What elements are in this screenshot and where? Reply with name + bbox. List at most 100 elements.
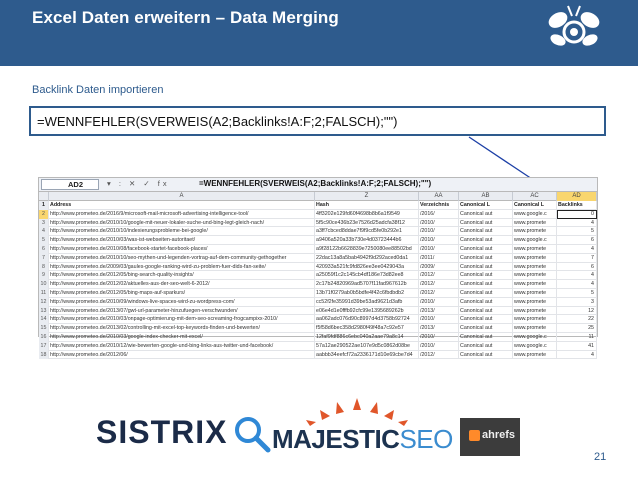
column-header-ab[interactable]: AB (459, 192, 513, 201)
formula-bar-icons[interactable]: ▾ : ✕ ✓ fx (107, 179, 170, 188)
row-number[interactable]: 6 (39, 245, 49, 254)
cell-canonical-1[interactable]: Canonical aut (459, 280, 513, 289)
cell-hash[interactable]: a25059f1c2c145cb4df186e73d82ee8 (315, 271, 419, 281)
cell-canonical-1[interactable]: Canonical aut (459, 306, 513, 316)
header-backlinks[interactable]: Backlinks (557, 201, 597, 210)
cell-verzeichnis[interactable]: /2010/ (419, 341, 459, 351)
cell-canonical-2[interactable]: www.promete (513, 271, 557, 281)
cell-canonical-1[interactable]: Canonical aut (459, 236, 513, 245)
column-header-z[interactable]: Z (315, 192, 419, 201)
cell-canonical-1[interactable]: Canonical aut (459, 315, 513, 325)
cell-canonical-1[interactable]: Canonical aut (459, 341, 513, 351)
cell-backlinks[interactable]: 41 (557, 341, 597, 351)
cell-verzeichnis[interactable]: /2013/ (419, 306, 459, 316)
cell-backlinks[interactable]: 7 (557, 253, 597, 263)
header-canonical-2[interactable]: Canonical L (513, 201, 557, 210)
cell-canonical-2[interactable]: www.promete (513, 245, 557, 254)
cell-address[interactable]: http://www.prometeo.de/2012/02/aktuelles… (49, 280, 315, 289)
cell-canonical-2[interactable]: www.promete (513, 289, 557, 298)
cell-address[interactable]: http://www.prometeo.de/2010/10/seo-mythe… (49, 253, 315, 263)
cell-canonical-2[interactable]: www.google.c (513, 341, 557, 351)
cell-verzeichnis[interactable]: /2012/ (419, 289, 459, 298)
cell-backlinks[interactable]: 6 (557, 236, 597, 245)
cell-canonical-2[interactable]: www.promete (513, 350, 557, 360)
cell-hash[interactable]: f5f58d6bec358d2980f49f48a7c92e57 (315, 324, 419, 333)
cell-canonical-1[interactable]: Canonical aut (459, 218, 513, 228)
cell-canonical-1[interactable]: Canonical aut (459, 227, 513, 237)
cell-verzeichnis[interactable]: /2010/ (419, 245, 459, 254)
cell-address[interactable]: http://www.prometeo.de/2010/03/onpage-op… (49, 315, 315, 325)
cell-canonical-1[interactable]: Canonical aut (459, 271, 513, 281)
cell-verzeichnis[interactable]: /2011/ (419, 253, 459, 263)
cell-hash[interactable]: a9406a520a33b730e4d03723444b6 (315, 236, 419, 245)
cell-hash[interactable]: 13b71f0279ab0b5bdfe4f42c6fbdbdb2 (315, 289, 419, 298)
cell-canonical-2[interactable]: www.promete (513, 306, 557, 316)
cell-canonical-1[interactable]: Canonical aut (459, 297, 513, 307)
row-number[interactable]: 3 (39, 218, 49, 228)
cell-verzeichnis[interactable]: /2012/ (419, 280, 459, 289)
cell-canonical-2[interactable]: www.promete (513, 280, 557, 289)
cell-hash[interactable]: cc52f2fe35991d39be53ad9621d3afb (315, 297, 419, 307)
formula-bar-text[interactable]: =WENNFEHLER(SVERWEIS(A2;Backlinks!A:F;2;… (199, 179, 431, 188)
cell-address[interactable]: http://www.prometeo.de/2010/10/indexieru… (49, 227, 315, 237)
cell-verzeichnis[interactable]: /2010/ (419, 315, 459, 325)
cell-backlinks[interactable]: 3 (557, 297, 597, 307)
cell-address[interactable]: http://www.prometeo.de/2010/03/google-in… (49, 333, 315, 342)
cell-canonical-1[interactable]: Canonical aut (459, 262, 513, 272)
cell-hash[interactable]: e06e4d1e0fffb92cfc99e1395689262b (315, 306, 419, 316)
cell-backlinks[interactable]: 25 (557, 324, 597, 333)
cell-canonical-1[interactable]: Canonical aut (459, 209, 513, 219)
column-header-a[interactable]: A (49, 192, 315, 201)
cell-hash[interactable]: aa062adc076d90c8997d4d3758b92724 (315, 315, 419, 325)
cell-verzeichnis[interactable]: /2012/ (419, 350, 459, 360)
cell-canonical-2[interactable]: www.promete (513, 324, 557, 333)
cell-canonical-2[interactable]: www.google.c (513, 209, 557, 219)
column-header-ac[interactable]: AC (513, 192, 557, 201)
cell-address[interactable]: http://www.prometeo.de/2013/07/gwt-url-p… (49, 306, 315, 316)
cell-address[interactable]: http://www.prometeo.de/2016/9/microsoft-… (49, 209, 315, 219)
cell-canonical-1[interactable]: Canonical aut (459, 289, 513, 298)
row-number[interactable]: 17 (39, 341, 49, 351)
cell-hash[interactable]: 57a12ae290522ae107e9d5c0862d08be (315, 341, 419, 351)
cell-address[interactable]: http://www.prometeo.de/2010/12/wie-bewer… (49, 341, 315, 351)
cell-canonical-1[interactable]: Canonical aut (459, 253, 513, 263)
row-number[interactable]: 5 (39, 236, 49, 245)
cell-canonical-2[interactable]: www.google.c (513, 333, 557, 342)
header-verzeichnis[interactable]: Verzeichnis (419, 201, 459, 210)
row-number[interactable]: 15 (39, 324, 49, 333)
cell-backlinks[interactable]: 5 (557, 227, 597, 237)
cell-address[interactable]: http://www.prometeo.de/2012/06/ (49, 350, 315, 360)
cell-hash[interactable]: a9f28122b6628839e7250080ee88502bd (315, 245, 419, 254)
cell-canonical-2[interactable]: www.promete (513, 227, 557, 237)
column-header-ad[interactable]: AD (557, 192, 597, 201)
row-number[interactable]: 9 (39, 271, 49, 281)
name-box[interactable]: AD2 (41, 179, 99, 190)
row-number[interactable]: 14 (39, 315, 49, 325)
cell-address[interactable]: http://www.prometeo.de/2013/02/controlli… (49, 324, 315, 333)
cell-verzeichnis[interactable]: /2016/ (419, 209, 459, 219)
header-address[interactable]: Address (49, 201, 315, 210)
cell-backlinks[interactable]: 5 (557, 289, 597, 298)
cell-address[interactable]: http://www.prometeo.de/2010/09/windows-l… (49, 297, 315, 307)
cell-address[interactable]: http://www.prometeo.de/2010/10/google-mi… (49, 218, 315, 228)
cell-hash[interactable]: 2c17b24820969ad5707f11fad967612b (315, 280, 419, 289)
cell-backlinks[interactable]: 22 (557, 315, 597, 325)
header-hash[interactable]: Hash (315, 201, 419, 210)
cell-canonical-2[interactable]: www.promete (513, 297, 557, 307)
cell-address[interactable]: http://www.prometeo.de/2010/08/facebook-… (49, 245, 315, 254)
cell-canonical-2[interactable]: www.promete (513, 218, 557, 228)
cell-verzeichnis[interactable]: /2010/ (419, 236, 459, 245)
cell-canonical-1[interactable]: Canonical aut (459, 333, 513, 342)
row-number[interactable]: 2 (39, 209, 49, 219)
cell-address[interactable]: http://www.prometeo.de/2012/05/bing-maps… (49, 289, 315, 298)
cell-address[interactable]: http://www.prometeo.de/2012/05/bing-sear… (49, 271, 315, 281)
row-number[interactable]: 4 (39, 227, 49, 237)
cell-verzeichnis[interactable]: /2010/ (419, 218, 459, 228)
cell-backlinks[interactable]: 6 (557, 262, 597, 272)
row-number[interactable]: 12 (39, 297, 49, 307)
row-number[interactable]: 11 (39, 289, 49, 298)
cell-canonical-2[interactable]: www.google.c (513, 236, 557, 245)
cell-canonical-1[interactable]: Canonical aut (459, 324, 513, 333)
row-number[interactable]: 13 (39, 306, 49, 316)
cell-hash[interactable]: aabbb34eefcf72a2336171d10e69cbe7d4 (315, 350, 419, 360)
